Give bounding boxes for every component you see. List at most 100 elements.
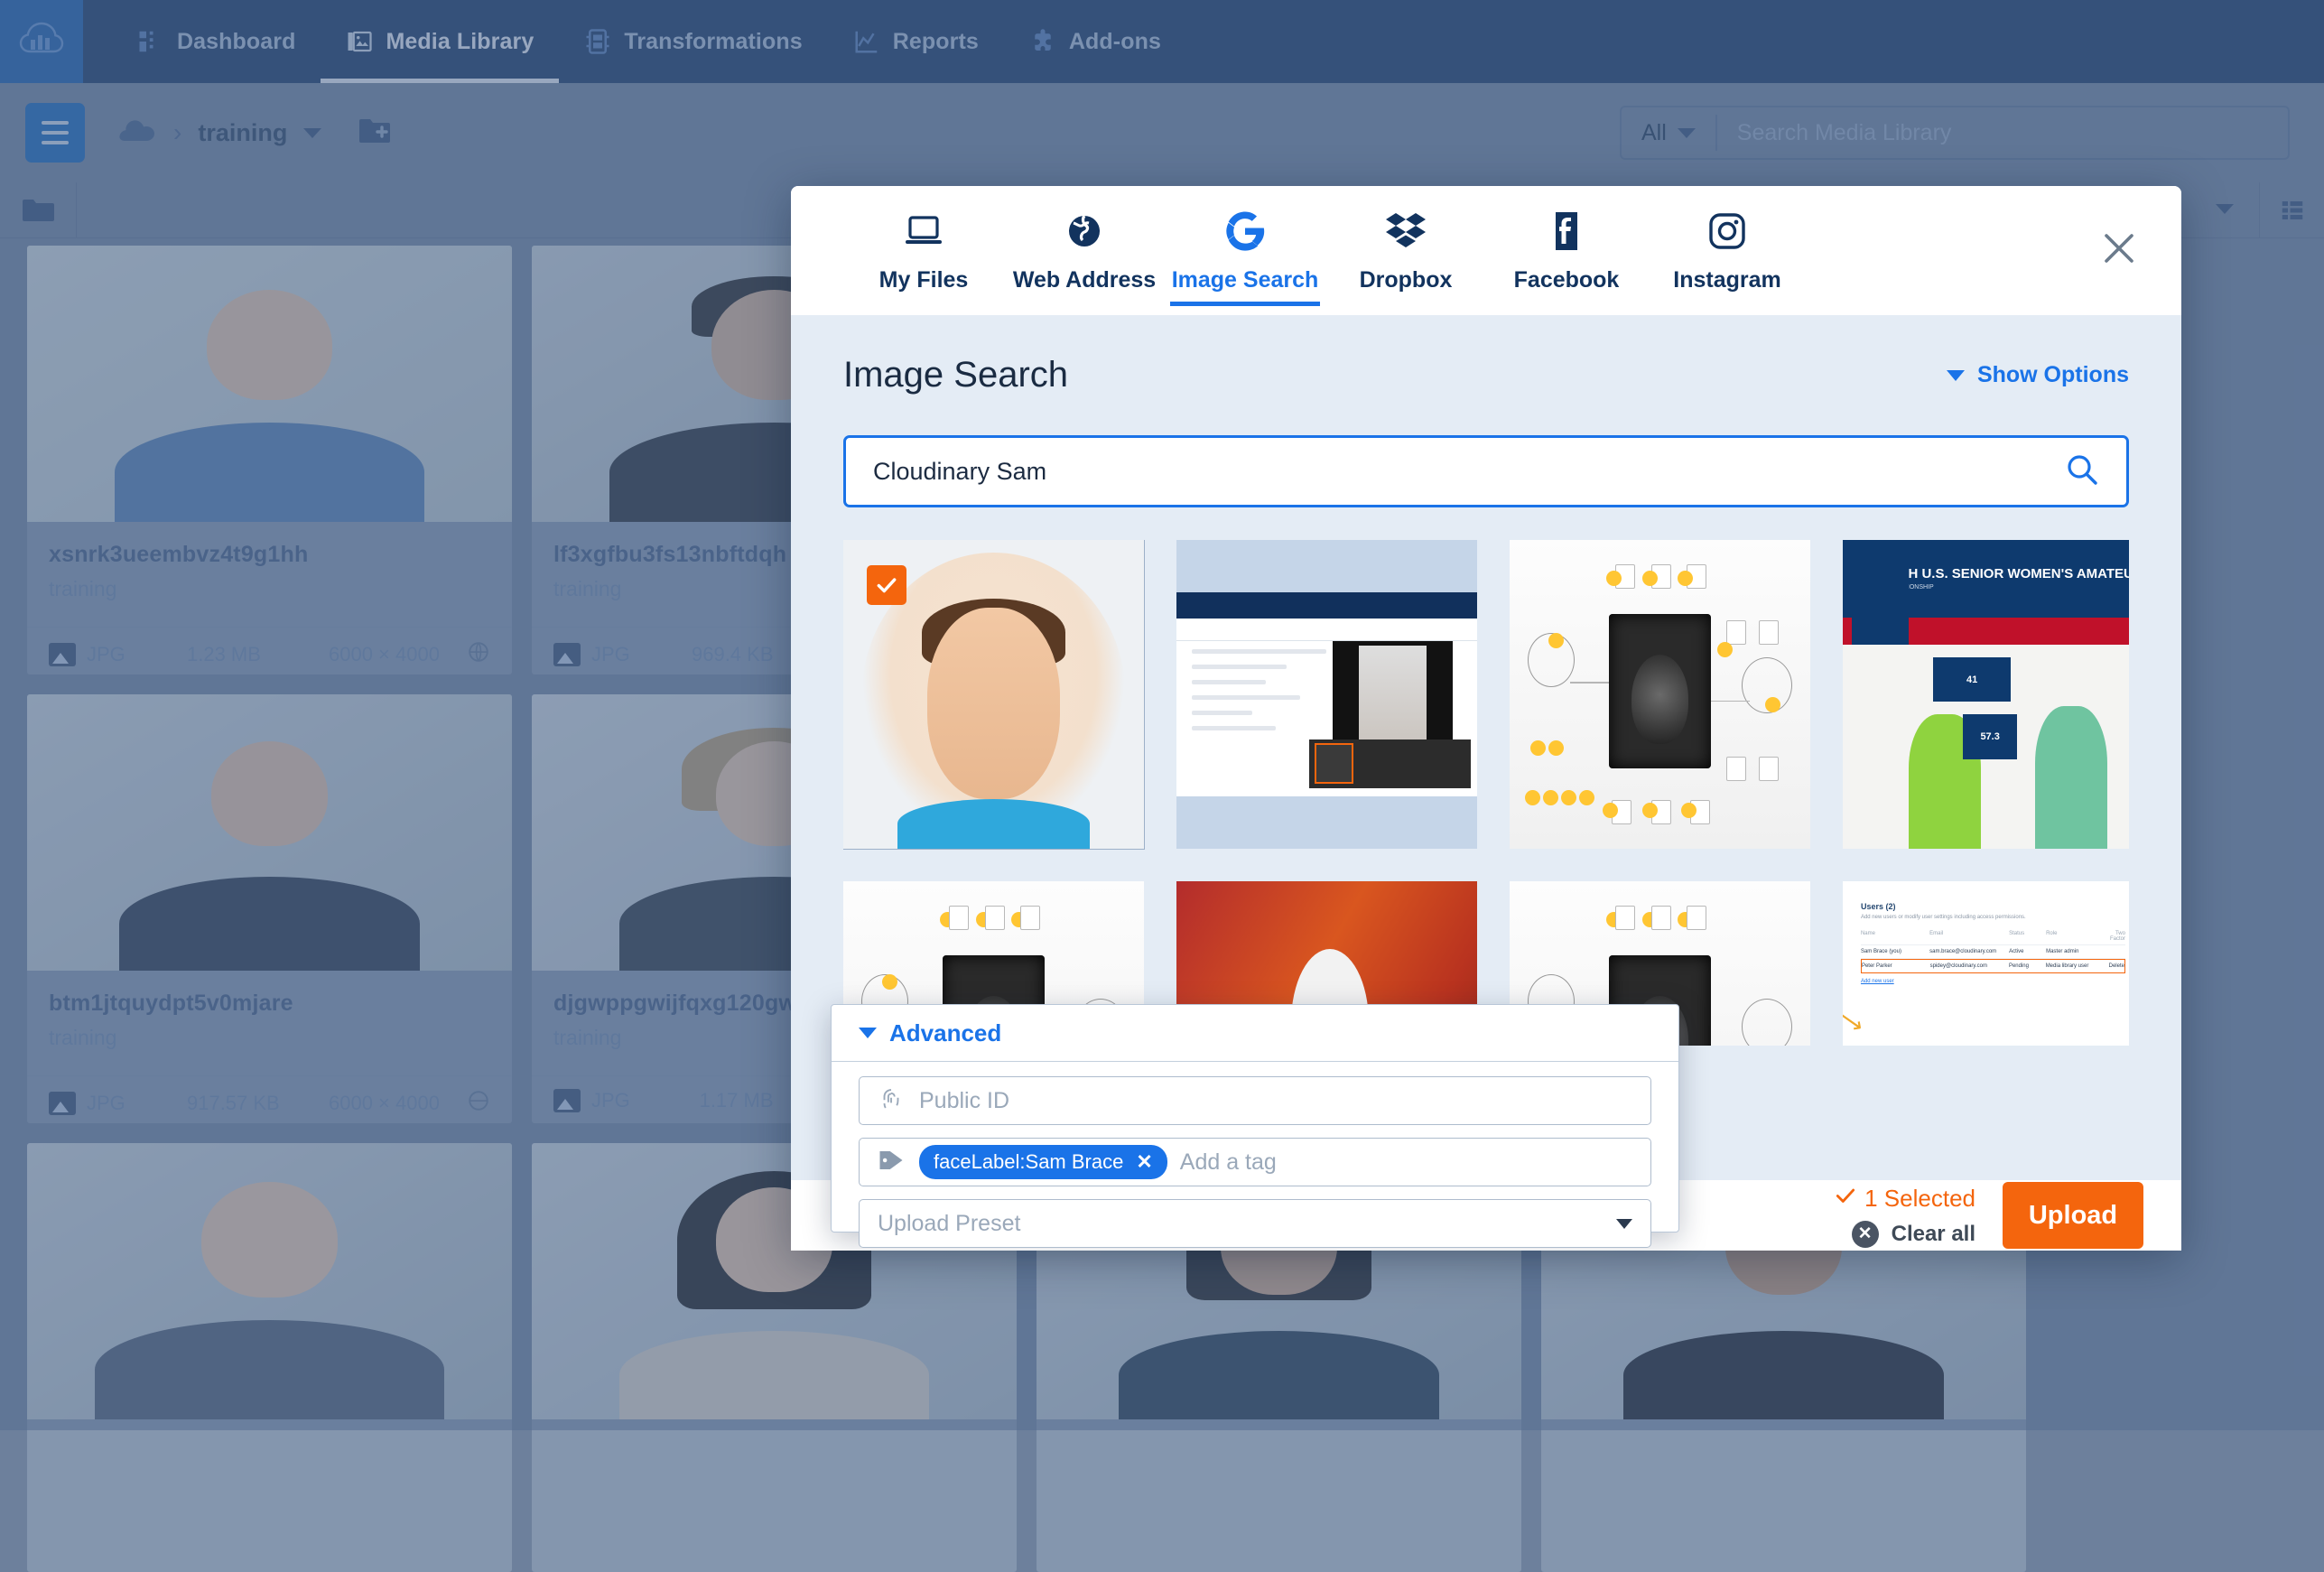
advanced-body: Public ID faceLabel:Sam Brace ✕ Add a ta… [832, 1062, 1678, 1248]
tags-input[interactable]: faceLabel:Sam Brace ✕ Add a tag [859, 1138, 1651, 1186]
tab-instagram[interactable]: Instagram [1647, 209, 1808, 306]
cell: Pending [2009, 963, 2046, 969]
transformations-icon [584, 28, 611, 55]
search-result-item[interactable] [1510, 540, 1810, 849]
users-mock-title: Users (2) [1861, 902, 2125, 911]
caret-down-icon [1616, 1219, 1632, 1229]
search-scope-dropdown[interactable]: All [1622, 120, 1715, 146]
search-result-item[interactable]: 58TH U.S. SENIOR WOMEN'S AMATEUR CHAMPIO… [1843, 540, 2129, 849]
laptop-icon [903, 209, 944, 253]
globe-icon [467, 640, 490, 669]
col-header: Role [2046, 931, 2099, 942]
grid-view-icon[interactable] [2259, 182, 2324, 238]
asset-folder: training [49, 577, 490, 601]
search-input-placeholder[interactable]: Search Media Library [1717, 120, 1952, 146]
nav-label: Transformations [624, 29, 802, 55]
upload-preset-placeholder: Upload Preset [878, 1211, 1020, 1237]
nav-item-addons[interactable]: Add-ons [1004, 0, 1186, 83]
chevron-down-icon [1947, 370, 1965, 381]
cloud-icon[interactable] [117, 117, 157, 149]
checkmark-icon [1834, 1184, 1857, 1214]
asset-size: 1.23 MB [187, 643, 329, 666]
hamburger-icon[interactable] [25, 103, 85, 163]
show-options-button[interactable]: Show Options [1947, 362, 2129, 388]
checkmark-icon [867, 565, 906, 605]
caret-down-icon [1678, 128, 1696, 138]
asset-folder: training [49, 1026, 490, 1050]
nav-item-media-library[interactable]: Media Library [321, 0, 559, 83]
result-thumbnail: 58TH U.S. SENIOR WOMEN'S AMATEUR CHAMPIO… [1843, 540, 2129, 849]
asset-dimensions: 6000 × 4000 [329, 643, 467, 666]
breadcrumb-folder[interactable]: training [198, 119, 287, 147]
dropbox-icon [1384, 209, 1427, 253]
nav-item-reports[interactable]: Reports [828, 0, 1004, 83]
nav-item-transformations[interactable]: Transformations [559, 0, 827, 83]
asset-card[interactable]: btm1jtquydpt5v0mjare training JPG 917.57… [27, 694, 512, 1123]
asset-meta-row: JPG 917.57 KB 6000 × 4000 [27, 1075, 512, 1123]
show-options-label: Show Options [1977, 362, 2129, 388]
cell: Peter Parker [1862, 963, 1930, 969]
image-search-input[interactable]: Cloudinary Sam [843, 435, 2129, 507]
poster-title: 58TH U.S. SENIOR WOMEN'S AMATEUR [1885, 567, 2129, 581]
cell: spidey@cloudinary.com [1930, 963, 2009, 969]
table-row: Peter Parker spidey@cloudinary.com Pendi… [1861, 959, 2125, 973]
search-result-item[interactable]: ⟶ Users (2) Add new users or modify user… [1843, 881, 2129, 1046]
search-result-item[interactable] [1176, 540, 1477, 849]
tab-web-address[interactable]: Web Address [1004, 209, 1165, 306]
asset-card[interactable]: xsnrk3ueembvz4t9g1hh training JPG 1.23 M… [27, 246, 512, 674]
tab-facebook[interactable]: Facebook [1486, 209, 1647, 306]
public-id-input[interactable]: Public ID [859, 1076, 1651, 1125]
dashboard-icon [137, 28, 164, 55]
asset-card[interactable] [27, 1143, 512, 1572]
top-navigation: Dashboard Media Library Transformations … [0, 0, 2324, 83]
table-row: Sam Brace (you) sam.brace@cloudinary.com… [1861, 945, 2125, 959]
tag-chip[interactable]: faceLabel:Sam Brace ✕ [919, 1145, 1167, 1179]
tab-dropbox[interactable]: Dropbox [1325, 209, 1486, 306]
tab-image-search[interactable]: Image Search [1165, 209, 1325, 306]
col-header: Two Factor [2099, 931, 2125, 942]
cloudinary-logo-icon[interactable] [0, 0, 83, 83]
chevron-down-icon[interactable] [303, 128, 321, 138]
image-search-results: 58TH U.S. SENIOR WOMEN'S AMATEUR CHAMPIO… [843, 540, 2129, 1046]
folder-icon[interactable] [0, 182, 77, 238]
tab-my-files[interactable]: My Files [843, 209, 1004, 306]
asset-meta-row: JPG 1.23 MB 6000 × 4000 [27, 627, 512, 674]
globe-icon [467, 1089, 490, 1118]
new-folder-icon[interactable] [358, 116, 392, 150]
media-library-icon [346, 28, 373, 55]
advanced-header[interactable]: Advanced [832, 1005, 1678, 1062]
upload-button[interactable]: Upload [2003, 1182, 2143, 1249]
cell: Media library user [2046, 963, 2098, 969]
breadcrumb: › training [117, 116, 392, 150]
result-thumbnail [1510, 540, 1810, 849]
clear-all-button[interactable]: ✕ Clear all [1834, 1221, 1975, 1248]
nav-item-dashboard[interactable]: Dashboard [112, 0, 321, 83]
tag-icon [878, 1147, 905, 1178]
image-format-icon [553, 643, 581, 666]
tab-label: Image Search [1172, 267, 1319, 293]
nav-label: Dashboard [177, 29, 295, 55]
nav-label: Reports [893, 29, 979, 55]
fingerprint-icon [878, 1085, 905, 1117]
tab-label: Instagram [1673, 267, 1780, 293]
close-icon[interactable] [2098, 228, 2140, 269]
add-new-user-link[interactable]: Add new user [1861, 979, 2125, 984]
upload-preset-select[interactable]: Upload Preset [859, 1199, 1651, 1248]
asset-thumbnail [27, 246, 512, 522]
result-thumbnail: ⟶ Users (2) Add new users or modify user… [1843, 881, 2129, 1046]
modal-body: Image Search Show Options Cloudinary Sam [791, 315, 2181, 1046]
asset-format: JPG [87, 643, 125, 666]
search-result-item[interactable] [843, 540, 1144, 849]
sort-caret-icon[interactable] [2190, 202, 2259, 219]
col-header: Status [2009, 931, 2046, 942]
arrow-annotation-icon: ⟶ [1843, 998, 1869, 1040]
selected-count-label: 1 Selected [1864, 1185, 1975, 1213]
chevron-down-icon [859, 1028, 877, 1038]
cell: Master admin [2046, 949, 2099, 954]
search-icon[interactable] [2065, 452, 2099, 491]
facebook-icon [1547, 209, 1586, 253]
selection-summary: 1 Selected ✕ Clear all [1834, 1184, 1975, 1248]
x-icon[interactable]: ✕ [1136, 1150, 1152, 1174]
media-search-bar[interactable]: All Search Media Library [1620, 106, 2290, 160]
nav-label: Add-ons [1069, 29, 1161, 55]
